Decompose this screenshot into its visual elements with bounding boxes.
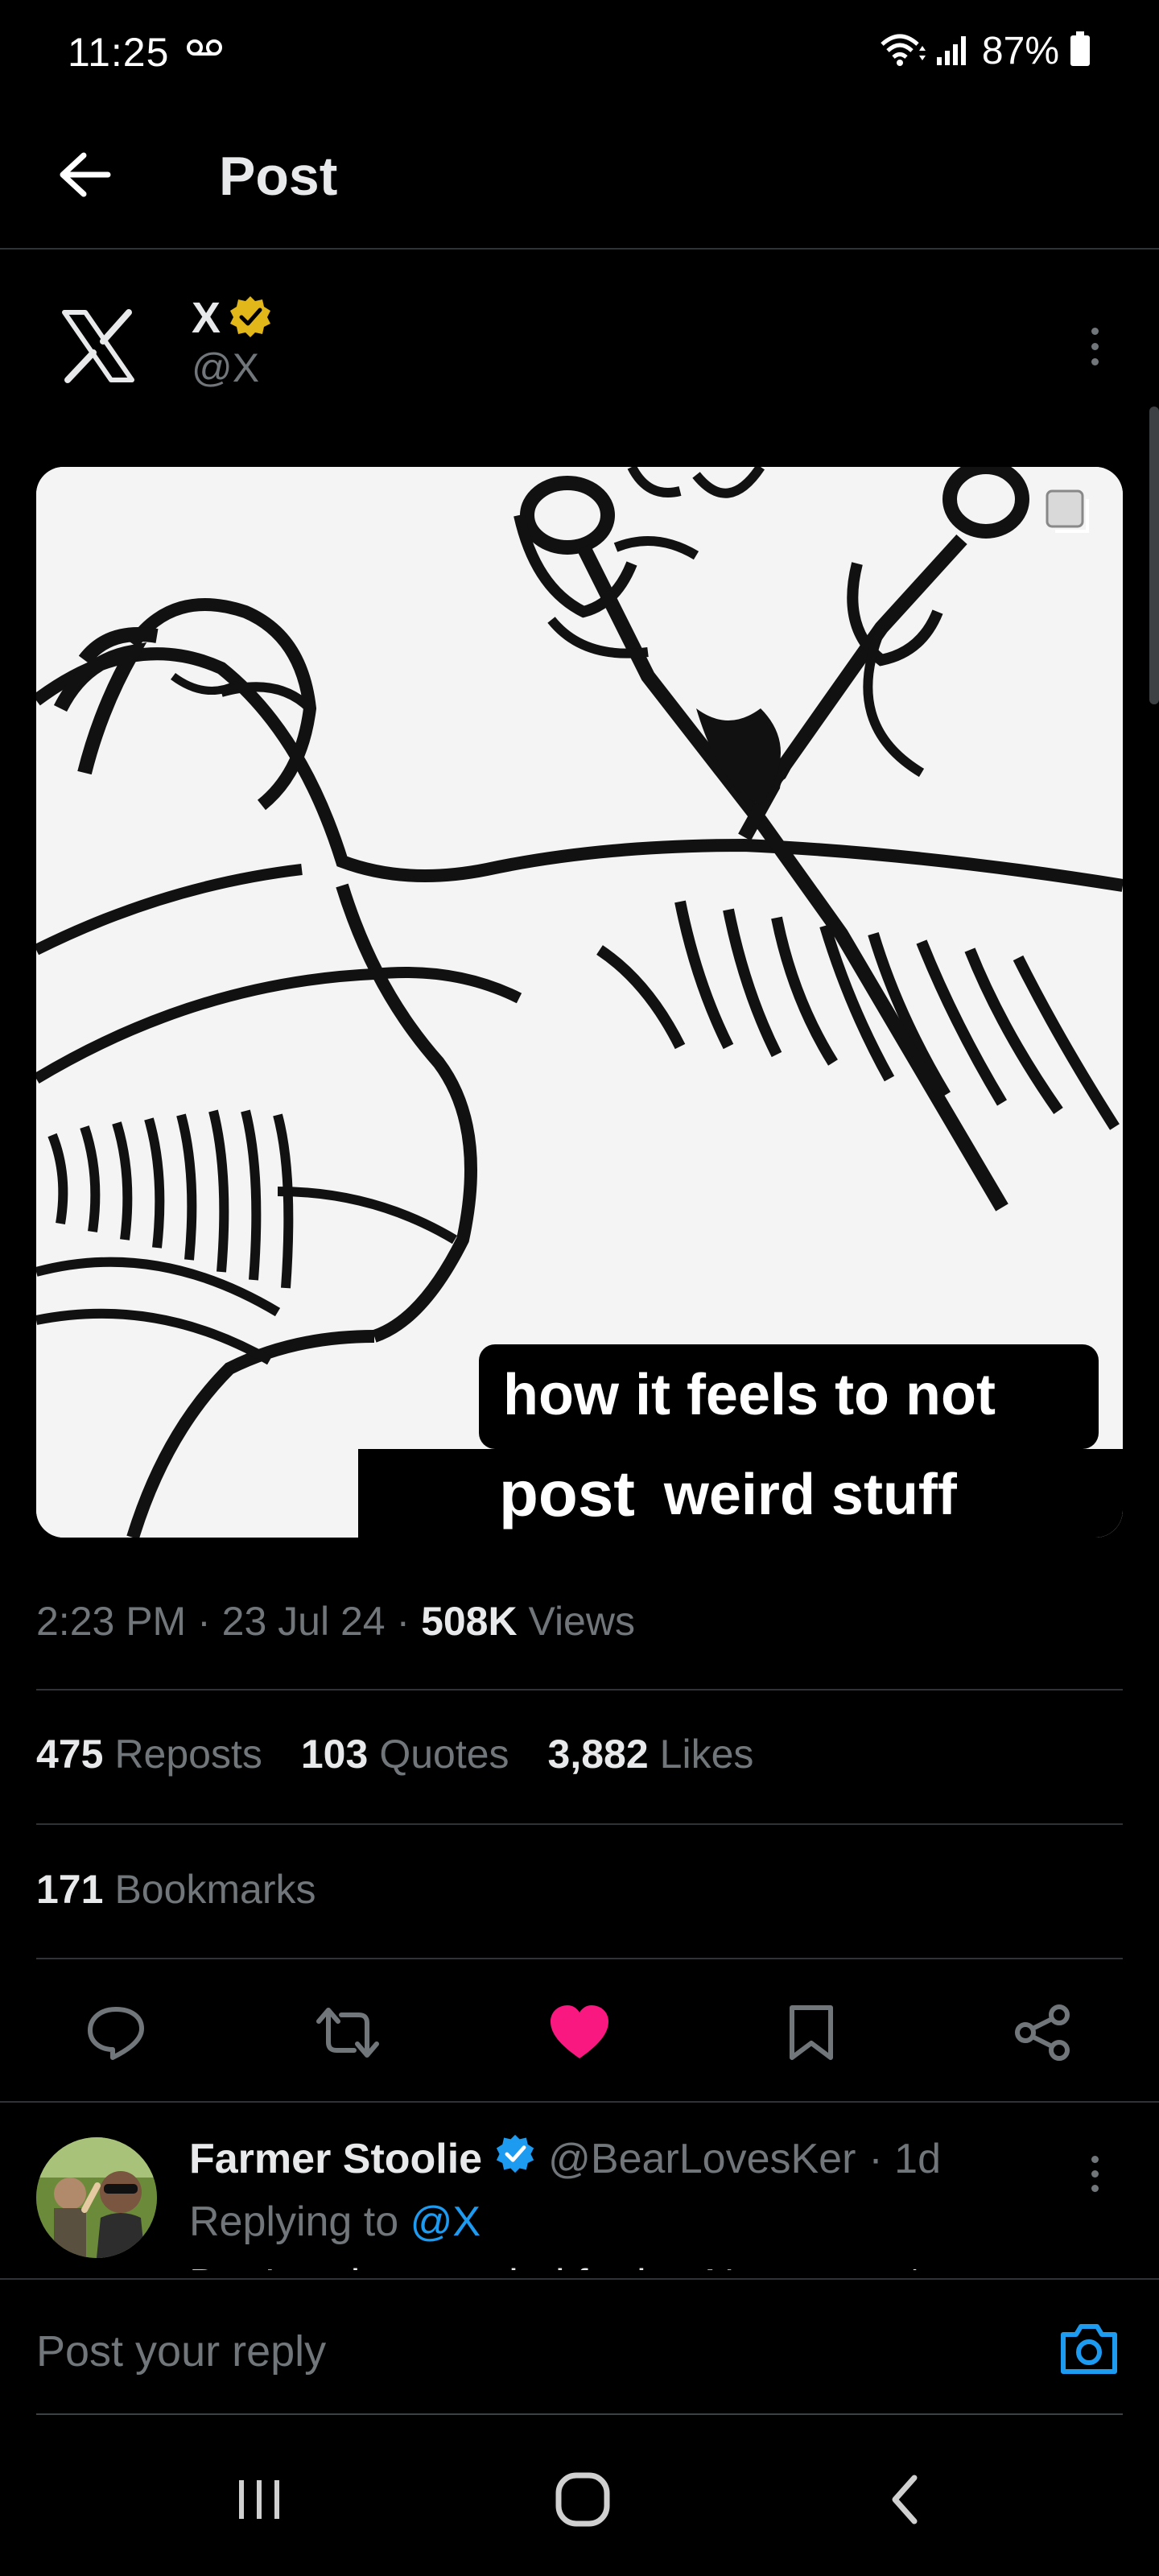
- reply-age: · 1d: [868, 2135, 942, 2182]
- more-dot-icon: [1091, 327, 1099, 335]
- share-icon: [1015, 2004, 1070, 2061]
- reply-icon: [88, 2007, 144, 2060]
- wifi-icon: [879, 31, 926, 71]
- post-meta: 2:23 PM · 23 Jul 24 · 508K Views: [36, 1598, 635, 1645]
- repost-icon: [316, 2008, 379, 2058]
- home-button[interactable]: [542, 2463, 623, 2536]
- meta-separator: ·: [396, 1599, 422, 1644]
- chevron-left-icon: [892, 2475, 918, 2524]
- heart-filled-icon: [551, 2005, 608, 2058]
- reposts-label: Reposts: [114, 1732, 262, 1777]
- meme-caption-line-2: post weird stuff: [358, 1449, 1123, 1538]
- home-icon: [555, 2472, 610, 2527]
- divider: [36, 1958, 1123, 1959]
- engagement-stats: 475 Reposts 103 Quotes 3,882 Likes: [36, 1731, 753, 1777]
- divider: [36, 1823, 1123, 1825]
- system-back-button[interactable]: [866, 2463, 947, 2536]
- battery-percent: 87%: [981, 30, 1059, 72]
- reply-header: Farmer Stoolie @BearLovesKer · 1d: [189, 2133, 941, 2184]
- avatar[interactable]: [36, 2137, 157, 2258]
- post-date: 23 Jul 24: [221, 1599, 386, 1644]
- expand-icon[interactable]: [1044, 488, 1091, 535]
- action-bar: [0, 1992, 1159, 2073]
- like-button[interactable]: [539, 1992, 620, 2073]
- replying-to-mention[interactable]: @X: [410, 2198, 481, 2245]
- bookmarks-stat[interactable]: 171 Bookmarks: [36, 1866, 316, 1913]
- meme-caption-word-post: post: [499, 1458, 635, 1530]
- likes-count: 3,882: [547, 1732, 649, 1777]
- more-dot-icon: [1091, 357, 1099, 365]
- reply-input[interactable]: Post your reply: [36, 2326, 326, 2376]
- author-handle[interactable]: @X: [192, 345, 259, 391]
- more-options-button[interactable]: [1070, 306, 1119, 386]
- author-name[interactable]: X: [192, 293, 221, 343]
- more-dot-icon: [1091, 2169, 1099, 2178]
- quotes-stat[interactable]: 103 Quotes: [301, 1731, 509, 1777]
- repost-button[interactable]: [307, 1992, 388, 2073]
- reply-button[interactable]: [76, 1992, 156, 2073]
- voicemail-icon: [187, 37, 222, 62]
- arrow-left-icon: [60, 152, 111, 197]
- top-bar: Post: [0, 121, 1159, 250]
- likes-label: Likes: [659, 1732, 754, 1777]
- divider: [0, 2101, 1159, 2103]
- more-dot-icon: [1091, 2155, 1099, 2163]
- meme-caption-weird-stuff: weird stuff: [663, 1463, 957, 1527]
- system-nav-bar: [0, 2415, 1159, 2576]
- meta-separator: ·: [197, 1599, 222, 1644]
- status-indicators: 87%: [879, 29, 1091, 73]
- page-title: Post: [219, 146, 338, 207]
- battery-icon: [1069, 31, 1091, 71]
- verified-badge-icon: [229, 295, 272, 342]
- post-image[interactable]: how it feels to not post weird stuff: [36, 467, 1123, 1538]
- signal-icon: [935, 33, 972, 69]
- more-dot-icon: [1091, 2184, 1099, 2192]
- post-time: 2:23 PM: [36, 1599, 187, 1644]
- quotes-count: 103: [300, 1732, 369, 1777]
- reply-composer: Post your reply: [0, 2278, 1159, 2416]
- meme-caption-line-1: how it feels to not: [479, 1344, 1099, 1449]
- views-label: Views: [528, 1599, 635, 1644]
- scrollbar-thumb[interactable]: [1149, 407, 1159, 704]
- replying-to-label: Replying to: [189, 2198, 399, 2245]
- bookmarks-count: 171: [36, 1867, 104, 1912]
- reply-author-handle[interactable]: @BearLovesKer: [548, 2135, 856, 2183]
- verified-badge-icon: [495, 2133, 535, 2184]
- back-button[interactable]: [48, 138, 121, 211]
- status-bar: 11:25 87%: [0, 0, 1159, 105]
- recent-apps-button[interactable]: [219, 2463, 299, 2536]
- views-count: 508K: [421, 1599, 518, 1644]
- reply-text-preview: Don't wait to go viral for it... Not to …: [189, 2260, 923, 2270]
- camera-button[interactable]: [1055, 2315, 1123, 2383]
- bookmark-icon: [790, 2005, 833, 2060]
- reposts-count: 475: [36, 1732, 104, 1777]
- quotes-label: Quotes: [379, 1732, 509, 1777]
- bookmark-button[interactable]: [771, 1992, 852, 2073]
- replying-to: Replying to @X: [189, 2198, 481, 2246]
- status-time: 11:25: [68, 30, 170, 75]
- bookmarks-label: Bookmarks: [114, 1867, 316, 1912]
- likes-stat[interactable]: 3,882 Likes: [548, 1731, 754, 1777]
- divider: [36, 1689, 1123, 1690]
- more-dot-icon: [1091, 342, 1099, 350]
- author-name-row[interactable]: X: [192, 293, 272, 343]
- share-button[interactable]: [1003, 1992, 1083, 2073]
- x-logo-avatar[interactable]: [58, 306, 138, 386]
- recents-icon: [239, 2480, 279, 2519]
- camera-icon: [1061, 2324, 1117, 2374]
- reply-item[interactable]: Farmer Stoolie @BearLovesKer · 1d Replyi…: [0, 2109, 1159, 2270]
- post-author: X @X: [0, 282, 1159, 402]
- reply-author-name[interactable]: Farmer Stoolie: [189, 2135, 482, 2183]
- reply-more-options-button[interactable]: [1070, 2141, 1119, 2206]
- reposts-stat[interactable]: 475 Reposts: [36, 1731, 262, 1777]
